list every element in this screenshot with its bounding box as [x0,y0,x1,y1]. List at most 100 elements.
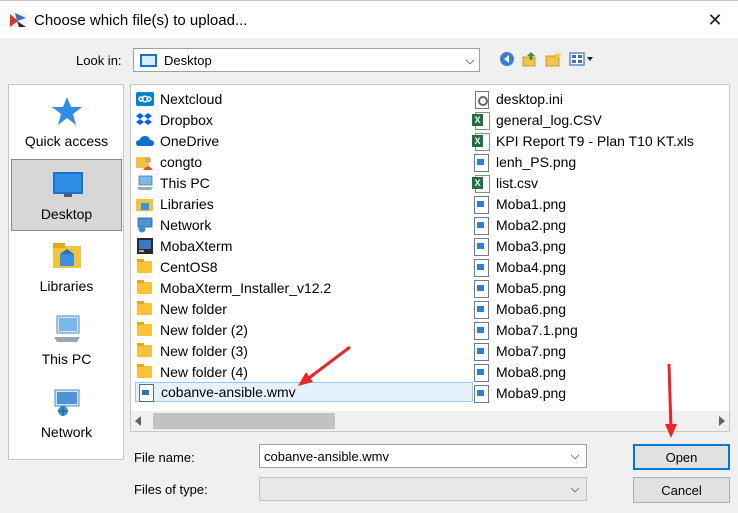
desktop-icon [140,54,157,67]
image-file-icon [472,238,490,256]
list-item-network[interactable]: Network [136,215,211,235]
list-item-list-csv[interactable]: list.csv [472,173,538,193]
close-button[interactable]: ✕ [692,1,738,39]
up-folder-icon [522,52,536,67]
look-in-value: Desktop [164,53,212,68]
place-label: This PC [41,351,92,367]
file-name: CentOS8 [160,259,218,275]
place-libraries[interactable]: Libraries [11,232,122,304]
file-name-input[interactable] [264,448,554,464]
list-item-general-log[interactable]: general_log.CSV [472,110,602,130]
open-button[interactable]: Open [633,444,730,470]
new-folder-button[interactable] [543,49,563,69]
list-item-this-pc[interactable]: This PC [136,173,210,193]
image-file-icon [472,217,490,235]
files-of-type-dropdown[interactable] [259,477,587,501]
scrollbar-thumb[interactable] [153,413,335,429]
file-name: desktop.ini [496,91,563,107]
libraries-icon [136,199,153,211]
this-pc-icon [54,315,80,342]
java-app-icon [9,12,27,28]
cancel-button[interactable]: Cancel [633,477,730,503]
file-name: This PC [160,175,210,191]
list-item-new-folder-2[interactable]: New folder (2) [136,320,248,340]
file-name: New folder (2) [160,322,248,338]
list-item-moba4[interactable]: Moba4.png [472,257,566,277]
folder-icon [136,280,154,296]
video-file-icon [137,384,155,402]
image-file-icon [472,154,490,172]
file-name: MobaXterm_Installer_v12.2 [160,280,332,296]
list-item-new-folder-4[interactable]: New folder (4) [136,362,248,382]
file-name: New folder [160,301,227,317]
image-file-icon [472,259,490,277]
chevron-down-icon[interactable] [570,483,580,493]
list-item-libraries[interactable]: Libraries [136,194,214,214]
this-pc-icon [137,175,153,190]
list-item-centos8[interactable]: CentOS8 [136,257,218,277]
file-name: Nextcloud [160,91,223,107]
list-item-mobaxterm[interactable]: MobaXterm [136,236,232,256]
file-name: Moba2.png [496,217,567,233]
file-name: general_log.CSV [496,112,602,128]
file-name: Moba5.png [496,280,567,296]
list-item-kpi-report[interactable]: KPI Report T9 - Plan T10 KT.xls [472,131,694,151]
file-list: Nextcloud Dropbox OneDrive congto This P… [130,84,730,432]
list-item-moba7-1[interactable]: Moba7.1.png [472,320,578,340]
place-label: Quick access [24,133,109,149]
list-item-moba6[interactable]: Moba6.png [472,299,566,319]
ini-file-icon [472,91,490,109]
list-item-new-folder-3[interactable]: New folder (3) [136,341,248,361]
list-item-dropbox[interactable]: Dropbox [136,110,213,130]
file-name: lenh_PS.png [496,154,577,170]
list-item-moba3[interactable]: Moba3.png [472,236,566,256]
scroll-left-icon[interactable] [135,416,141,426]
dialog-title: Choose which file(s) to upload... [34,12,248,29]
list-item-onedrive[interactable]: OneDrive [136,131,219,151]
file-name: list.csv [496,175,538,191]
place-network[interactable]: Network [11,378,122,450]
file-name: Moba9.png [496,385,567,401]
close-icon: ✕ [707,9,723,30]
folder-icon [136,322,154,338]
image-file-icon [472,364,490,382]
list-item-lenh-ps[interactable]: lenh_PS.png [472,152,576,172]
list-item-new-folder[interactable]: New folder [136,299,227,319]
look-in-dropdown[interactable]: Desktop [133,48,480,72]
back-arrow-icon [500,52,514,66]
list-item-desktop-ini[interactable]: desktop.ini [472,89,563,109]
horizontal-scrollbar[interactable] [131,411,729,431]
view-menu-button[interactable] [568,49,596,69]
list-item-moba1[interactable]: Moba1.png [472,194,566,214]
place-desktop[interactable]: Desktop [11,159,122,231]
files-of-type-label: Files of type: [134,482,208,497]
folder-icon [136,364,154,380]
chevron-down-icon[interactable] [570,450,580,460]
list-item-cobanve-ansible[interactable]: cobanve-ansible.wmv [135,382,473,402]
folder-icon [136,343,154,359]
list-item-moba9[interactable]: Moba9.png [472,383,566,403]
place-this-pc[interactable]: This PC [11,305,122,377]
dropbox-icon [136,113,152,125]
back-button[interactable] [497,49,517,69]
network-icon [137,217,153,233]
file-name: Moba4.png [496,259,567,275]
scroll-right-icon[interactable] [719,416,725,426]
list-item-moba5[interactable]: Moba5.png [472,278,566,298]
list-item-moba8[interactable]: Moba8.png [472,362,566,382]
list-item-mobaxterm-installer[interactable]: MobaXterm_Installer_v12.2 [136,278,331,298]
network-icon [54,389,80,416]
list-item-moba7[interactable]: Moba7.png [472,341,566,361]
chevron-down-icon [465,55,475,65]
image-file-icon [472,280,490,298]
file-name: Moba6.png [496,301,567,317]
user-folder-icon [136,157,153,170]
list-item-congto[interactable]: congto [136,152,202,172]
list-item-nextcloud[interactable]: Nextcloud [136,89,222,109]
file-name: KPI Report T9 - Plan T10 KT.xls [496,133,694,149]
file-name: New folder (4) [160,364,248,380]
file-name-combobox[interactable] [259,444,587,468]
list-item-moba2[interactable]: Moba2.png [472,215,566,235]
place-quick-access[interactable]: Quick access [11,87,122,159]
up-one-level-button[interactable] [520,49,540,69]
